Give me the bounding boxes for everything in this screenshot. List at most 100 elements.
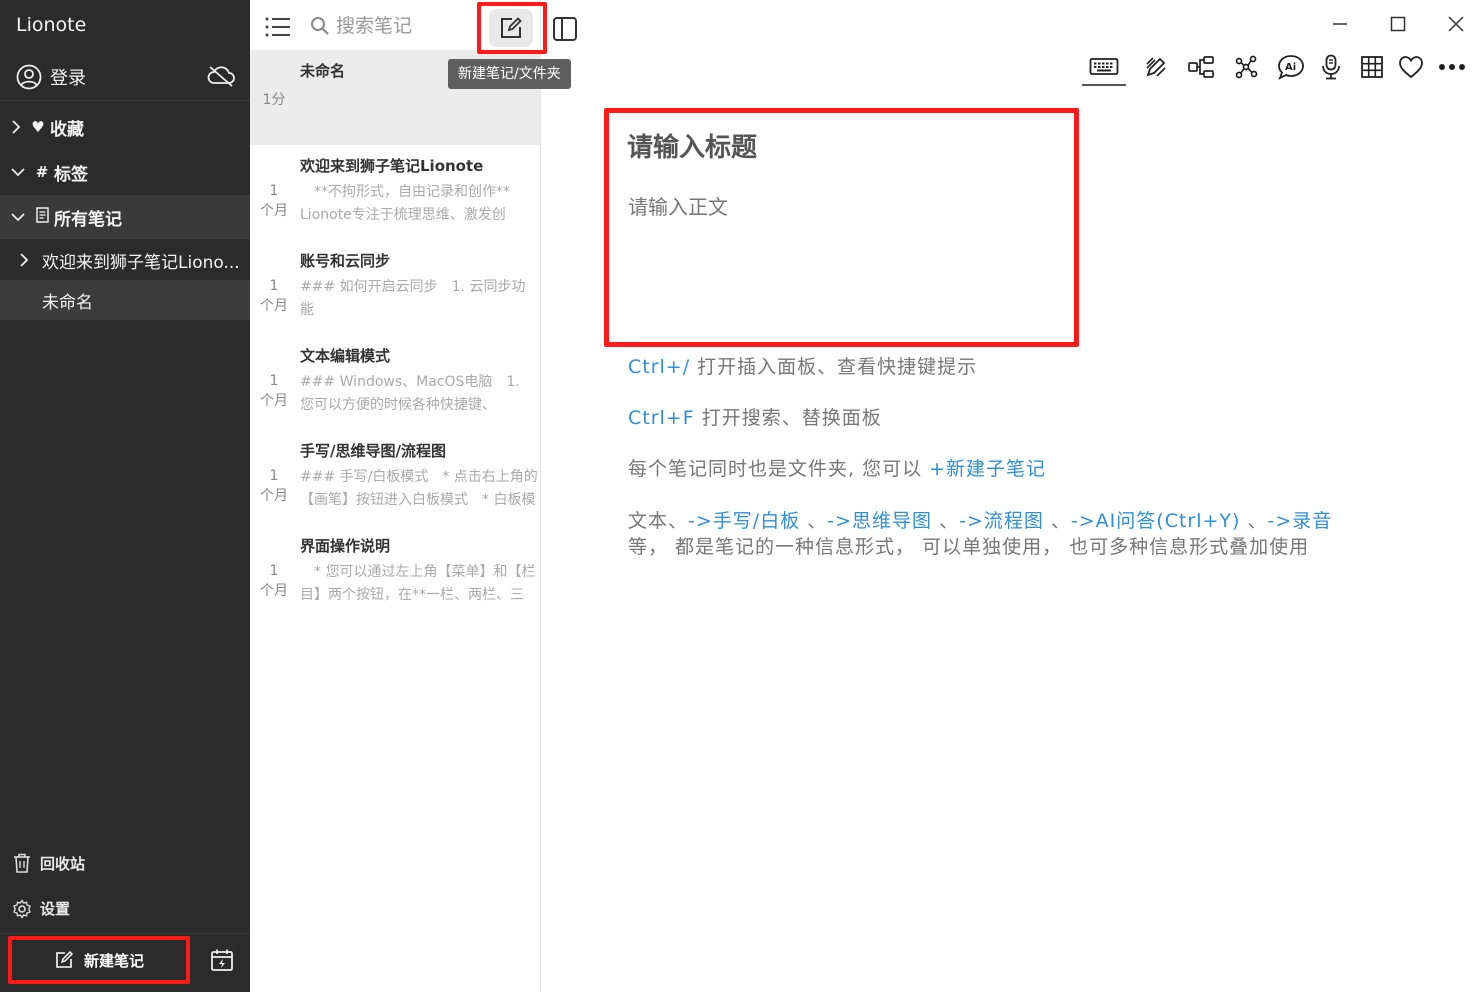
mindmap-button[interactable] (1183, 50, 1219, 84)
calendar-button[interactable] (210, 948, 234, 976)
new-note-folder-button[interactable] (489, 9, 533, 47)
tree-item-label: 未命名 (42, 292, 93, 313)
nav-favorites[interactable]: ♥ 收藏 (0, 105, 250, 149)
note-time: 1 个月 (260, 468, 288, 504)
user-icon (16, 64, 42, 90)
close-button[interactable] (1446, 14, 1466, 38)
shortcut-key: Ctrl+F (628, 407, 695, 429)
note-list-panel: 未命名 1分 欢迎来到狮子笔记Lionote 1 个月 **不拘形式，自由记录和… (250, 0, 541, 992)
cloud-sync-button[interactable] (206, 64, 236, 92)
mindmap-icon (1188, 56, 1214, 78)
note-item[interactable]: 欢迎来到狮子笔记Lionote 1 个月 **不拘形式，自由记录和创作** Li… (250, 145, 540, 240)
settings-label: 设置 (40, 900, 71, 918)
trash-label: 回收站 (40, 854, 86, 873)
note-body-input[interactable]: 请输入正文 (628, 191, 728, 220)
hint-sub-note: 每个笔记同时也是文件夹, 您可以 +新建子笔记 (628, 454, 1046, 481)
maximize-icon (1390, 16, 1406, 32)
hint-text: 文本、 (628, 510, 689, 532)
mindmap-link[interactable]: ->思维导图 (827, 510, 932, 532)
note-item[interactable]: 界面操作说明 1 个月 * 您可以通过左上角【菜单】和【栏 目】两个按钮，在**… (250, 525, 540, 620)
hint-combine: 等， 都是笔记的一种信息形式， 可以单独使用， 也可多种信息形式叠加使用 (628, 532, 1309, 559)
nav-label: 标签 (54, 164, 88, 185)
note-title: 手写/思维导图/流程图 (300, 442, 446, 460)
text-mode-button[interactable] (1082, 50, 1126, 86)
close-icon (1448, 16, 1464, 32)
note-item[interactable]: 手写/思维导图/流程图 1 个月 ### 手写/白板模式 * 点击右上角的 【画… (250, 430, 540, 525)
hint-insert-panel: Ctrl+/ 打开插入面板、查看快捷键提示 (628, 352, 977, 379)
favorite-button[interactable] (1393, 50, 1429, 84)
note-item[interactable]: 账号和云同步 1 个月 ### 如何开启云同步 1. 云同步功能 必须**登录*… (250, 240, 540, 335)
minimize-button[interactable] (1330, 14, 1350, 38)
panel-icon (553, 17, 577, 41)
new-note-label: 新建笔记 (83, 951, 144, 970)
gear-icon (13, 898, 31, 919)
toggle-columns-button[interactable] (552, 16, 578, 46)
chevron-down-icon (11, 213, 25, 222)
note-preview: ### Windows、MacOS电脑 1. 您可以方便的时候各种快捷键、 (300, 374, 520, 413)
hint-text: 等， 都是笔记的一种信息形式， 可以单独使用， 也可多种信息形式叠加使用 (628, 536, 1310, 558)
table-button[interactable] (1354, 50, 1390, 84)
note-preview: ### 手写/白板模式 * 点击右上角的 【画笔】按钮进入白板模式 * 白板模 (300, 469, 538, 508)
note-title: 欢迎来到狮子笔记Lionote (300, 157, 484, 175)
tree-item-untitled[interactable]: 未命名 (0, 280, 250, 320)
cloud-off-icon (207, 66, 235, 87)
ai-chat-button[interactable]: Ai (1273, 50, 1309, 84)
note-time: 1分 (262, 92, 286, 108)
note-title: 未命名 (300, 62, 346, 80)
trash-icon (14, 853, 30, 873)
trash-button[interactable]: 回收站 (12, 852, 85, 874)
hint-text: 、 (800, 510, 828, 532)
hint-modes: 文本、->手写/白板 、->思维导图 、->流程图 、->AI问答(Ctrl+Y… (628, 506, 1332, 533)
menu-button[interactable] (265, 17, 291, 41)
note-title: 界面操作说明 (300, 537, 391, 555)
login-label: 登录 (50, 68, 86, 89)
note-item[interactable]: 文本编辑模式 1 个月 ### Windows、MacOS电脑 1. 您可以方便… (250, 335, 540, 430)
tooltip: 新建笔记/文件夹 (448, 59, 571, 89)
flowchart-link[interactable]: ->流程图 (959, 510, 1044, 532)
hash-icon: # (35, 163, 49, 181)
more-button[interactable] (1434, 50, 1470, 84)
hint-text: 、 (932, 510, 960, 532)
chevron-right-icon (20, 253, 29, 267)
chevron-right-icon (12, 120, 21, 134)
shortcut-key: Ctrl+/ (628, 356, 691, 378)
divider (0, 100, 250, 101)
app-title: Lionote (16, 14, 87, 36)
new-note-button[interactable]: 新建笔记 (8, 936, 190, 984)
handwriting-link[interactable]: ->手写/白板 (688, 510, 800, 532)
settings-button[interactable]: 设置 (12, 898, 70, 919)
more-icon (1439, 64, 1465, 70)
nav-label: 所有笔记 (54, 209, 122, 230)
note-title: 账号和云同步 (300, 252, 391, 270)
editor-highlight: 请输入标题 请输入正文 (604, 108, 1079, 347)
hint-text: 、 (1240, 510, 1268, 532)
calendar-icon (211, 949, 233, 971)
ai-chat-link[interactable]: ->AI问答(Ctrl+Y) (1071, 510, 1241, 532)
note-title-input[interactable]: 请输入标题 (627, 127, 757, 164)
note-preview: **不拘形式，自由记录和创作** Lionote专注于梳理思维、激发创 (300, 184, 510, 223)
menu-icon (265, 17, 290, 37)
nav-all-notes[interactable]: 所有笔记 (0, 195, 250, 239)
ai-icon: Ai (1278, 55, 1304, 80)
new-sub-note-link[interactable]: +新建子笔记 (929, 458, 1046, 480)
tree-item-label: 欢迎来到狮子笔记Liono... (42, 252, 240, 273)
maximize-button[interactable] (1388, 14, 1408, 38)
login-button[interactable]: 登录 (16, 62, 236, 92)
hint-text: 打开搜索、替换面板 (694, 407, 882, 429)
nav-tags[interactable]: # 标签 (0, 150, 250, 194)
heart-icon (1399, 56, 1423, 79)
hint-text: 、 (1043, 510, 1071, 532)
search-input[interactable] (336, 15, 476, 37)
record-button[interactable] (1313, 50, 1349, 84)
keyboard-icon (1089, 58, 1119, 75)
search-icon (311, 17, 329, 35)
record-link[interactable]: ->录音 (1268, 510, 1333, 532)
tree-item-welcome[interactable]: 欢迎来到狮子笔记Liono... (0, 240, 250, 280)
table-icon (1361, 56, 1383, 78)
new-note-folder-highlight (477, 2, 547, 54)
document-icon (34, 207, 50, 227)
flowchart-button[interactable] (1228, 50, 1264, 84)
svg-text:Ai: Ai (1285, 62, 1296, 73)
pen-icon (1146, 57, 1166, 77)
handwriting-button[interactable] (1138, 50, 1174, 84)
